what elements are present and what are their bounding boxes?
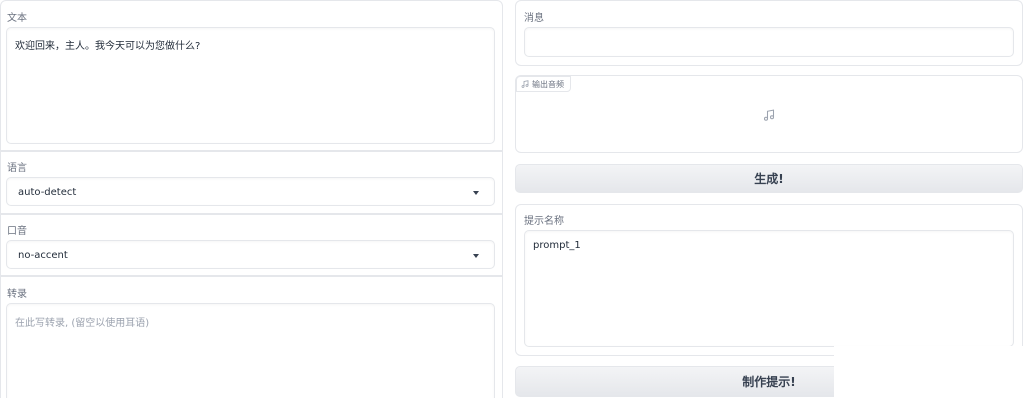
music-note-icon xyxy=(521,80,529,88)
message-input[interactable] xyxy=(524,27,1014,57)
text-input[interactable]: 欢迎回来，主人。我今天可以为您做什么? xyxy=(6,27,495,144)
text-input-value: 欢迎回来，主人。我今天可以为您做什么? xyxy=(15,41,201,52)
generate-button[interactable]: 生成! xyxy=(515,164,1023,193)
overlay-patch xyxy=(834,346,1024,398)
transcript-input[interactable]: 在此写转录, (留空以使用耳语) xyxy=(6,303,495,398)
chevron-down-icon xyxy=(473,254,479,258)
chevron-down-icon xyxy=(473,191,479,195)
prompt-name-label: 提示名称 xyxy=(524,216,564,227)
audio-label-tag: 输出音频 xyxy=(516,76,571,92)
language-select[interactable]: auto-detect xyxy=(6,177,495,206)
prompt-name-value: prompt_1 xyxy=(533,240,581,251)
accent-select[interactable]: no-accent xyxy=(6,240,495,269)
language-select-value: auto-detect xyxy=(18,187,77,198)
accent-label: 口音 xyxy=(7,226,27,237)
transcript-label: 转录 xyxy=(7,289,27,300)
accent-select-value: no-accent xyxy=(18,250,68,261)
language-label: 语言 xyxy=(7,163,27,174)
audio-label: 输出音频 xyxy=(532,79,564,89)
music-note-icon xyxy=(763,109,775,121)
transcript-placeholder: 在此写转录, (留空以使用耳语) xyxy=(15,318,150,329)
prompt-name-input[interactable]: prompt_1 xyxy=(524,230,1014,347)
text-label: 文本 xyxy=(7,13,27,24)
message-label: 消息 xyxy=(524,13,544,24)
